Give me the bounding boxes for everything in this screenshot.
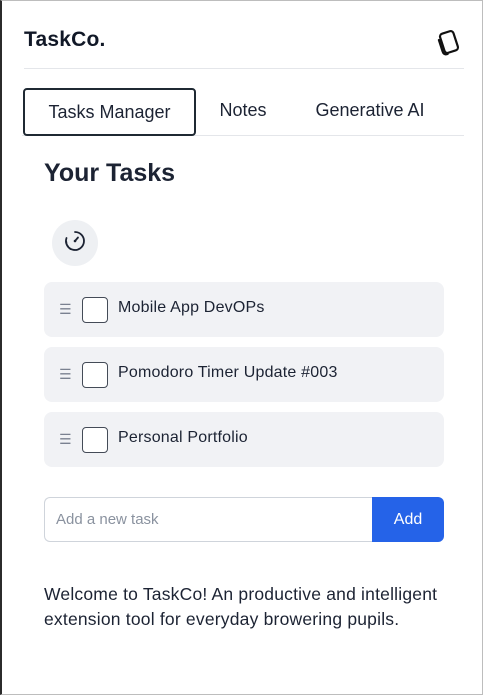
- timer-dial-icon: [63, 229, 87, 258]
- task-checkbox[interactable]: [82, 427, 108, 453]
- tilted-card-icon[interactable]: [434, 27, 464, 57]
- task-item: ☰ Pomodoro Timer Update #003: [44, 347, 444, 402]
- extension-window: TaskCo. Tasks Manager Notes Generative A…: [0, 0, 483, 695]
- welcome-message: Welcome to TaskCo! An productive and int…: [44, 584, 438, 629]
- task-label: Pomodoro Timer Update #003: [118, 364, 338, 381]
- task-list: ☰ Mobile App DevOPs ☰ Pomodoro Timer Upd…: [44, 282, 444, 477]
- task-checkbox[interactable]: [82, 362, 108, 388]
- drag-handle-icon[interactable]: ☰: [59, 300, 72, 318]
- task-label: Mobile App DevOPs: [118, 299, 265, 316]
- tab-bar: Tasks Manager Notes Generative AI: [22, 88, 464, 136]
- page-title: Your Tasks: [44, 159, 176, 187]
- add-task-row: Add: [44, 497, 444, 542]
- header: TaskCo.: [24, 1, 464, 69]
- brand-logo-text: TaskCo.: [24, 28, 106, 51]
- tab-notes[interactable]: Notes: [210, 88, 276, 136]
- tab-tasks-manager[interactable]: Tasks Manager: [23, 88, 196, 136]
- timer-button[interactable]: [52, 220, 98, 266]
- task-label: Personal Portfolio: [118, 429, 248, 446]
- task-checkbox[interactable]: [82, 297, 108, 323]
- drag-handle-icon[interactable]: ☰: [59, 365, 72, 383]
- drag-handle-icon[interactable]: ☰: [59, 430, 72, 448]
- task-item: ☰ Mobile App DevOPs: [44, 282, 444, 337]
- new-task-input[interactable]: [44, 497, 374, 542]
- tab-generative-ai[interactable]: Generative AI: [302, 88, 438, 136]
- task-item: ☰ Personal Portfolio: [44, 412, 444, 467]
- add-task-button[interactable]: Add: [372, 497, 444, 542]
